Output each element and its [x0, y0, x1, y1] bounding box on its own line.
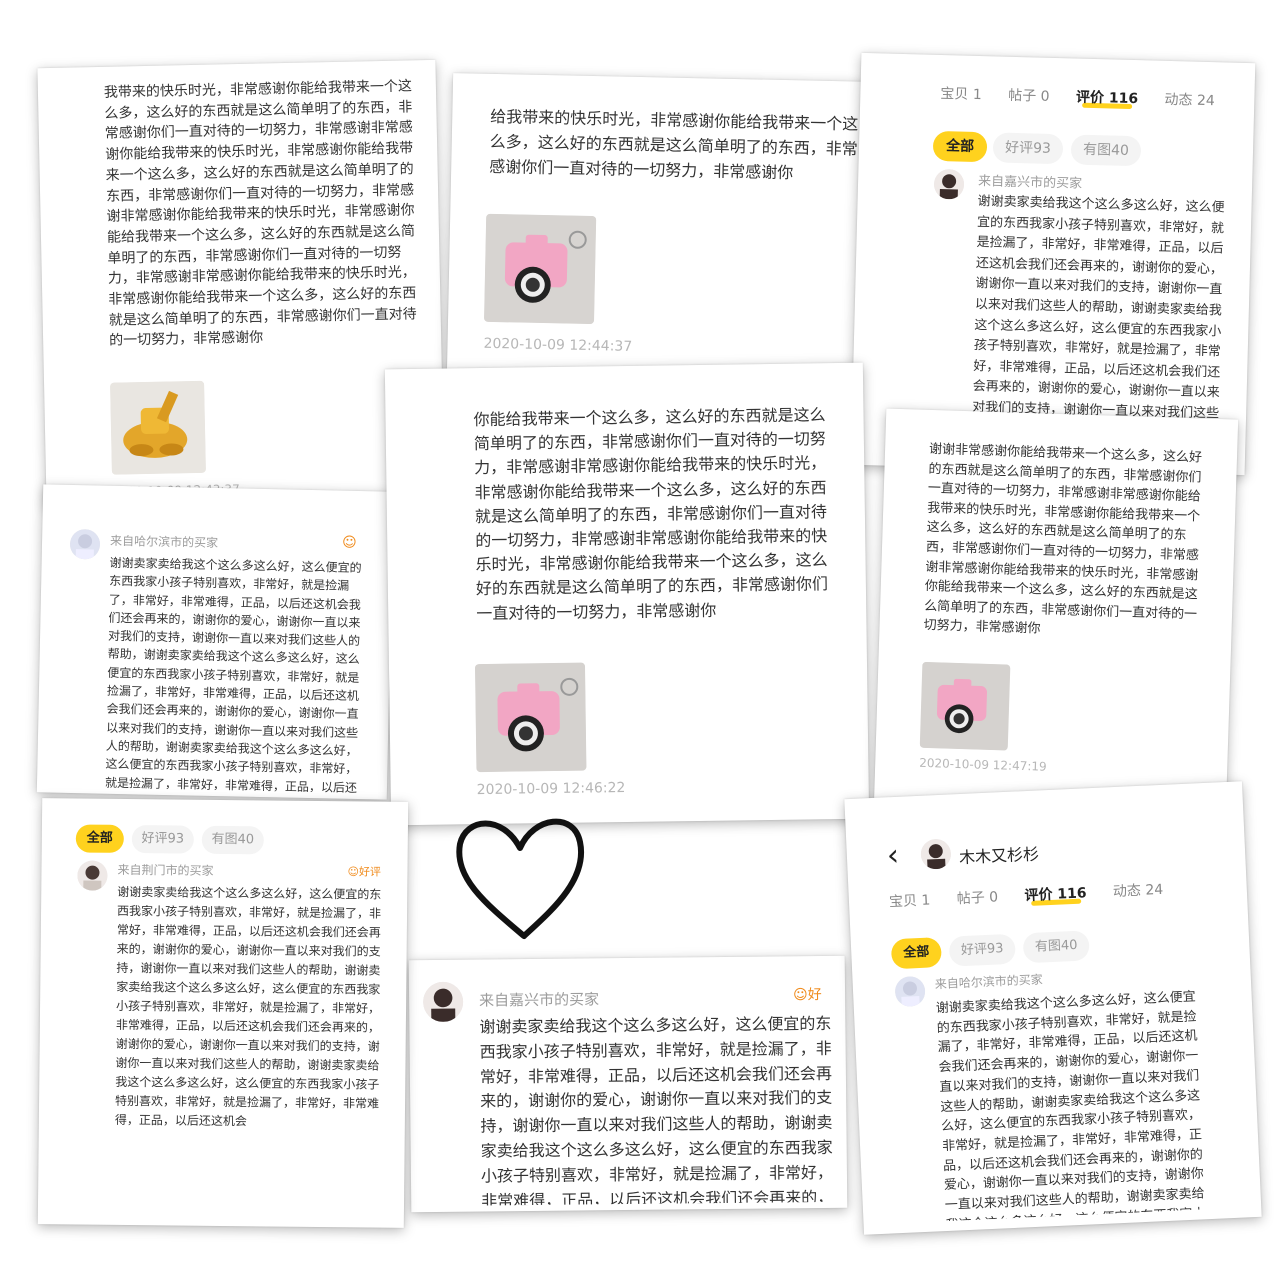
- filter-with-photos[interactable]: 有图40: [1070, 134, 1142, 167]
- buyer-avatar: [422, 981, 464, 1023]
- buyer-avatar: [77, 860, 108, 891]
- review-text: 谢谢非常感谢你能给我带来一个这么多，这么好的东西就是这么简单明了的东西，非常感谢…: [923, 441, 1203, 637]
- review-timestamp: 2020-10-09 12:46:22: [476, 780, 626, 799]
- buyer-location: 来自嘉兴市的买家: [479, 990, 600, 1010]
- tab-reviews[interactable]: 评价 116: [1076, 90, 1139, 108]
- review-timestamp: 2020-10-09 12:47:19: [919, 755, 1047, 774]
- review-text: 谢谢卖家卖给我这个这么多这么好，这么便宜的东西我家小孩子特别喜欢，非常好，就是捡…: [114, 884, 382, 1129]
- positive-badge: ☺好评: [347, 865, 382, 879]
- tab-posts[interactable]: 帖子 0: [1008, 88, 1050, 105]
- product-photo-toy[interactable]: [110, 380, 206, 475]
- profile-tabs: 宝贝 1 帖子 0 评价 116 动态 24: [889, 878, 1186, 911]
- review-text: 给我带来的快乐时光，非常感谢你能给我带来一个这么多，这么好的东西就是这么简单明了…: [489, 106, 859, 183]
- buyer-avatar: [69, 528, 101, 560]
- review-card-7: 全部 好评93 有图40 来自荆门市的买家 ☺好评 谢谢卖家卖给我这个这么多这么…: [37, 798, 409, 1228]
- review-text: 谢谢卖家卖给我这个这么多这么好，这么便宜的东西我家小孩子特别喜欢，非常好，就是捡…: [479, 1013, 834, 1206]
- review-text: 你能给我带来一个这么多，这么好的东西就是这么简单明了的东西，非常感谢你们一直对待…: [473, 405, 829, 623]
- filter-positive[interactable]: 好评93: [131, 825, 194, 854]
- buyer-avatar: [933, 168, 965, 200]
- product-photo-camera[interactable]: [919, 661, 1011, 751]
- review-text: 谢谢卖家卖给我这个这么多这么好，这么便宜的东西我家小孩子特别喜欢，非常好，就是捡…: [935, 989, 1206, 1222]
- tab-posts[interactable]: 帖子 0: [956, 889, 998, 907]
- buyer-location: 来自荆门市的买家: [117, 862, 214, 878]
- review-timestamp: 2020-10-09 12:44:37: [483, 335, 633, 355]
- positive-badge: ☺好: [792, 986, 822, 1004]
- back-button[interactable]: ‹: [886, 838, 900, 874]
- product-photo-camera[interactable]: [474, 662, 587, 773]
- tab-activity[interactable]: 动态 24: [1113, 882, 1164, 900]
- profile-tabs: 宝贝 1 帖子 0 评价 116 动态 24: [940, 83, 1237, 111]
- review-card-5: 你能给我带来一个这么多，这么好的东西就是这么简单明了的东西，非常感谢你们一直对待…: [384, 362, 870, 826]
- filter-with-photos[interactable]: 有图40: [1022, 930, 1090, 964]
- toy-vehicle-image: [110, 380, 206, 475]
- smile-icon: ☺: [347, 865, 360, 879]
- review-text: 我带来的快乐时光，非常感谢你能给我带来一个这么多，这么好的东西就是这么简单明了的…: [103, 78, 417, 350]
- tab-items[interactable]: 宝贝 1: [940, 86, 982, 103]
- filter-all[interactable]: 全部: [75, 824, 124, 853]
- smile-icon: ☺: [792, 987, 808, 1004]
- review-card-1: 我带来的快乐时光，非常感谢你能给我带来一个这么多，这么好的东西就是这么简单明了的…: [37, 59, 445, 509]
- username: 木木又杉杉: [958, 844, 1040, 868]
- product-photo-camera[interactable]: [483, 213, 597, 325]
- heart-icon: [456, 818, 585, 939]
- buyer-location: 来自哈尔滨市的买家: [109, 533, 219, 551]
- camera-keychain-image: [474, 662, 587, 773]
- filter-with-photos[interactable]: 有图40: [201, 825, 264, 855]
- buyer-location: 来自哈尔滨市的买家: [934, 972, 1044, 992]
- review-card-9: ‹ 木木又杉杉 宝贝 1 帖子 0 评价 116 动态 24 全部 好评93 有…: [844, 781, 1262, 1235]
- emoji-badge: ☺: [341, 534, 357, 551]
- user-avatar: [920, 838, 952, 870]
- tab-reviews[interactable]: 评价 116: [1024, 885, 1087, 904]
- camera-keychain-image: [919, 661, 1011, 751]
- filter-all[interactable]: 全部: [890, 937, 943, 970]
- buyer-avatar: [894, 975, 926, 1008]
- filter-positive[interactable]: 好评93: [992, 132, 1064, 165]
- buyer-location: 来自嘉兴市的买家: [977, 174, 1083, 192]
- tab-items[interactable]: 宝贝 1: [889, 892, 931, 910]
- review-card-8: 来自嘉兴市的买家 ☺好 谢谢卖家卖给我这个这么多这么好，这么便宜的东西我家小孩子…: [408, 955, 848, 1213]
- camera-keychain-image: [483, 213, 597, 325]
- review-text: 谢谢卖家卖给我这个这么多这么好，这么便宜的东西我家小孩子特别喜欢，非常好，就是捡…: [104, 555, 362, 794]
- review-card-6: 谢谢非常感谢你能给我带来一个这么多，这么好的东西就是这么简单明了的东西，非常感谢…: [873, 408, 1239, 820]
- review-card-4: 来自哈尔滨市的买家 ☺ 谢谢卖家卖给我这个这么多这么好，这么便宜的东西我家小孩子…: [36, 484, 394, 800]
- filter-all[interactable]: 全部: [932, 130, 988, 163]
- filter-positive[interactable]: 好评93: [948, 933, 1016, 967]
- tab-activity[interactable]: 动态 24: [1164, 92, 1215, 109]
